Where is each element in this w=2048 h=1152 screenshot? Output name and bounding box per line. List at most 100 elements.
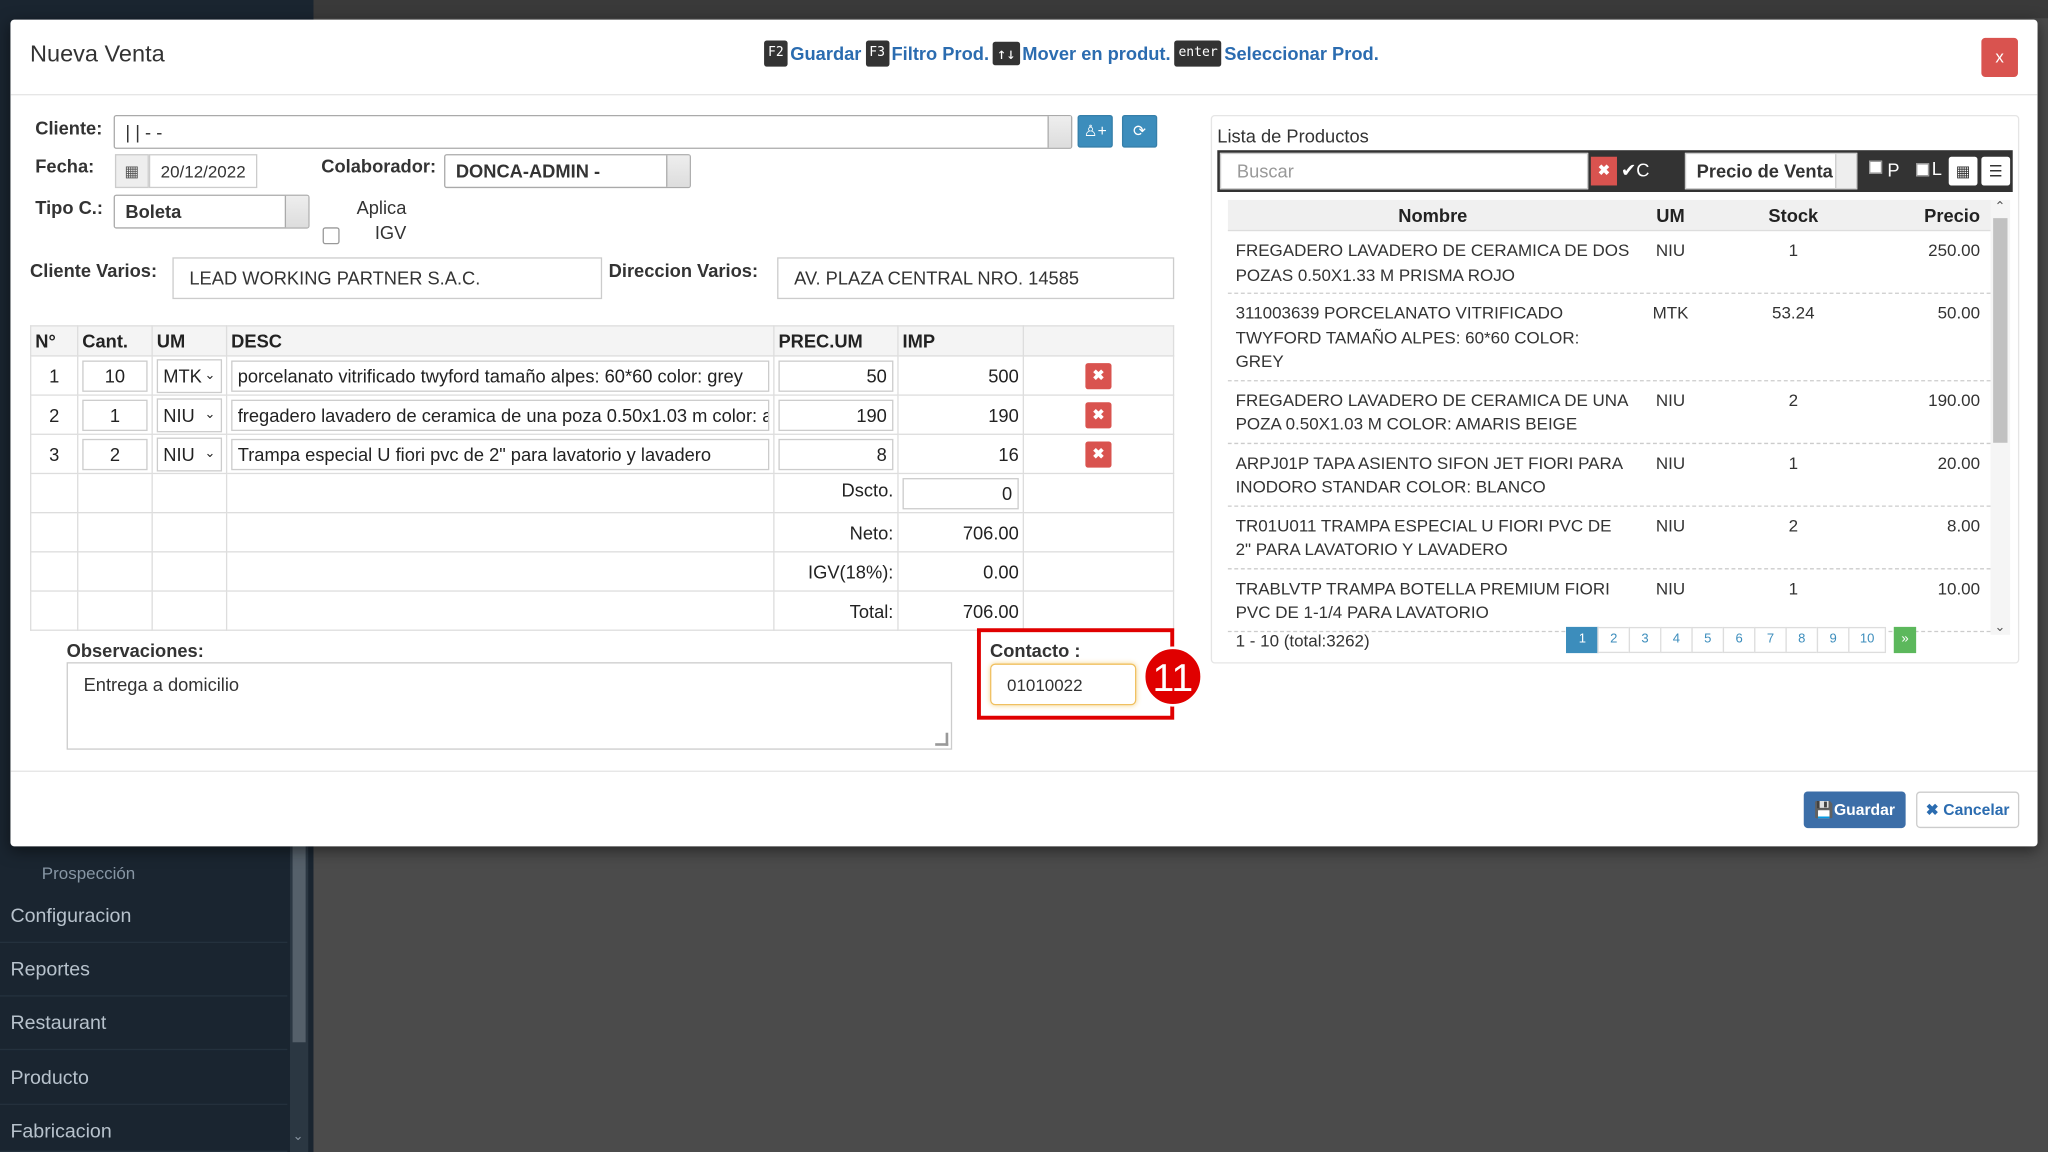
descripcion-input[interactable]: fregadero lavadero de ceramica de una po… — [231, 399, 770, 431]
delete-row-button[interactable]: ✖ — [1085, 401, 1112, 428]
precio-input[interactable]: 50 — [778, 359, 894, 392]
product-list-scrollbar[interactable]: ⌃ ⌄ — [1990, 199, 2011, 635]
total-label: Total: — [773, 590, 899, 631]
guardar-button[interactable]: 💾Guardar — [1803, 791, 1906, 829]
page-5[interactable]: 5 — [1691, 626, 1725, 654]
precio-input[interactable]: 190 — [778, 399, 894, 431]
cancelar-button[interactable]: ✖ Cancelar — [1916, 791, 2020, 829]
resize-handle-icon[interactable] — [935, 732, 949, 746]
refresh-button[interactable]: ⟳ — [1121, 114, 1158, 148]
aplica-igv-checkbox[interactable] — [322, 227, 340, 245]
clear-search-button[interactable]: ✖ — [1590, 156, 1617, 186]
scrollbar-thumb[interactable] — [292, 846, 306, 1043]
product-row[interactable]: ARPJ01P TAPA ASIENTO SIFON JET FIORI PAR… — [1227, 443, 1991, 507]
dropdown-arrow-icon[interactable] — [1835, 154, 1856, 189]
product-list: Nombre UM Stock Precio FREGADERO LAVADER… — [1227, 199, 1991, 635]
contacto-label: Contacto : — [990, 639, 1081, 661]
refresh-icon: ⟳ — [1133, 121, 1147, 140]
fecha-input[interactable]: 20/12/2022 — [148, 154, 258, 189]
um-select[interactable]: MTK ⌄ — [156, 358, 223, 393]
page-10[interactable]: 10 — [1848, 626, 1887, 654]
um-select[interactable]: NIU ⌄ — [156, 436, 223, 471]
col-header-imp: IMP — [897, 325, 1024, 357]
um-select[interactable]: NIU ⌄ — [156, 397, 223, 432]
product-row[interactable]: 311003639 PORCELANATO VITRIFICADO TWYFOR… — [1227, 294, 1991, 381]
cantidad-input[interactable]: 1 — [82, 399, 148, 431]
col-header-nombre: Nombre — [1398, 204, 1468, 226]
dropdown-arrow-icon[interactable] — [1047, 116, 1072, 148]
chevron-up-icon[interactable]: ⌃ — [1994, 200, 2005, 214]
dropdown-arrow-icon[interactable] — [284, 195, 309, 228]
sidebar-item-restaurant[interactable]: Restaurant — [0, 998, 288, 1051]
direccion-varios-input[interactable]: AV. PLAZA CENTRAL NRO. 14585 — [777, 257, 1175, 300]
col-header-um: UM — [151, 325, 228, 357]
product-row[interactable]: FREGADERO LAVADERO DE CERAMICA DE UNA PO… — [1227, 381, 1991, 444]
l-checkbox[interactable] — [1916, 163, 1930, 177]
sidebar-scrollbar[interactable]: ⌄ — [289, 846, 309, 1152]
add-user-icon: ♙+ — [1083, 121, 1107, 140]
colaborador-select[interactable]: DONCA-ADMIN - — [444, 154, 691, 189]
add-client-button[interactable]: ♙+ — [1077, 114, 1113, 148]
product-row[interactable]: FREGADERO LAVADERO DE CERAMICA DE DOS PO… — [1227, 231, 1991, 294]
sidebar-item-configuracion[interactable]: Configuracion — [0, 891, 288, 944]
grid-view-icon[interactable]: ▦ — [1948, 156, 1978, 186]
cliente-varios-input[interactable]: LEAD WORKING PARTNER S.A.C. — [172, 257, 603, 300]
cliente-label: Cliente: — [35, 117, 103, 139]
sidebar-item-producto[interactable]: Producto — [0, 1053, 288, 1105]
descripcion-input[interactable]: porcelanato vitrificado twyford tamaño a… — [231, 359, 770, 392]
p-checkbox[interactable] — [1869, 160, 1883, 174]
guardar-label: Guardar — [1833, 800, 1895, 819]
product-stock: 53.24 — [1772, 303, 1815, 323]
total-value: 706.00 — [897, 590, 1024, 631]
page-9[interactable]: 9 — [1816, 626, 1850, 654]
product-row[interactable]: TRABLVTP TRAMPA BOTELLA PREMIUM FIORI PV… — [1227, 569, 1991, 632]
chevron-down-icon[interactable]: ⌄ — [1994, 620, 2005, 634]
descuento-input[interactable]: 0 — [902, 477, 1019, 509]
page-3[interactable]: 3 — [1628, 626, 1662, 654]
descripcion-input[interactable]: Trampa especial U fiori pvc de 2" para l… — [231, 438, 770, 470]
col-header-actions — [1022, 325, 1175, 357]
precio-input[interactable]: 8 — [778, 438, 894, 470]
l-label: L — [1931, 158, 1942, 179]
cantidad-input[interactable]: 10 — [82, 359, 148, 392]
row-number: 3 — [30, 433, 79, 475]
scrollbar-thumb[interactable] — [1993, 218, 2008, 443]
igv-row: IGV(18%): 0.00 — [30, 551, 1175, 592]
page-1[interactable]: 1 — [1566, 626, 1599, 654]
cantidad-input[interactable]: 2 — [82, 438, 148, 470]
page-7[interactable]: 7 — [1754, 626, 1787, 654]
delete-row-button[interactable]: ✖ — [1085, 362, 1112, 389]
product-um: MTK — [1652, 303, 1689, 323]
page-2[interactable]: 2 — [1597, 626, 1631, 654]
page-4[interactable]: 4 — [1660, 626, 1693, 654]
sidebar-subitem-prospeccion[interactable]: Prospección — [42, 863, 135, 883]
tipo-value: Boleta — [125, 201, 182, 223]
nueva-venta-modal: Nueva Venta F2 Guardar F3 Filtro Prod. ↑↓ M… — [10, 19, 2038, 847]
shortcut-label-mover: Mover en produt. — [1022, 43, 1171, 64]
cliente-select[interactable]: | | - - — [113, 114, 1073, 149]
calendar-icon[interactable]: ▦ — [114, 154, 149, 189]
dropdown-arrow-icon[interactable] — [666, 155, 690, 187]
table-row: 1 10 MTK ⌄ porcelanato vitrificado twyfor… — [30, 355, 1175, 396]
sidebar-item-fabricacion[interactable]: Fabricacion — [0, 1106, 288, 1152]
tipo-comprobante-select[interactable]: Boleta — [113, 194, 310, 229]
delete-row-button[interactable]: ✖ — [1085, 440, 1112, 467]
sidebar-item-reportes[interactable]: Reportes — [0, 944, 288, 997]
row-number: 2 — [30, 394, 79, 435]
observaciones-textarea[interactable]: Entrega a domicilio — [66, 662, 953, 750]
product-row[interactable]: TR01U011 TRAMPA ESPECIAL U FIORI PVC DE … — [1227, 506, 1991, 569]
next-page-button[interactable]: » — [1893, 626, 1917, 654]
um-value: MTK — [163, 365, 202, 386]
check-c-toggle[interactable]: ✔C — [1621, 159, 1650, 181]
product-search-input[interactable]: Buscar — [1219, 152, 1589, 190]
list-view-icon[interactable]: ☰ — [1981, 156, 2011, 186]
contacto-input[interactable]: 01010022 — [990, 663, 1137, 706]
chevron-down-icon[interactable]: ⌄ — [293, 1130, 304, 1144]
col-header-um: UM — [1656, 204, 1685, 226]
price-type-select[interactable]: Precio de Venta — [1684, 152, 1858, 190]
chevron-down-icon: ⌄ — [204, 368, 216, 383]
close-button[interactable]: x — [1981, 37, 2018, 78]
page-8[interactable]: 8 — [1785, 626, 1819, 654]
product-list-header: Nombre UM Stock Precio — [1227, 199, 1991, 232]
page-6[interactable]: 6 — [1722, 626, 1756, 654]
